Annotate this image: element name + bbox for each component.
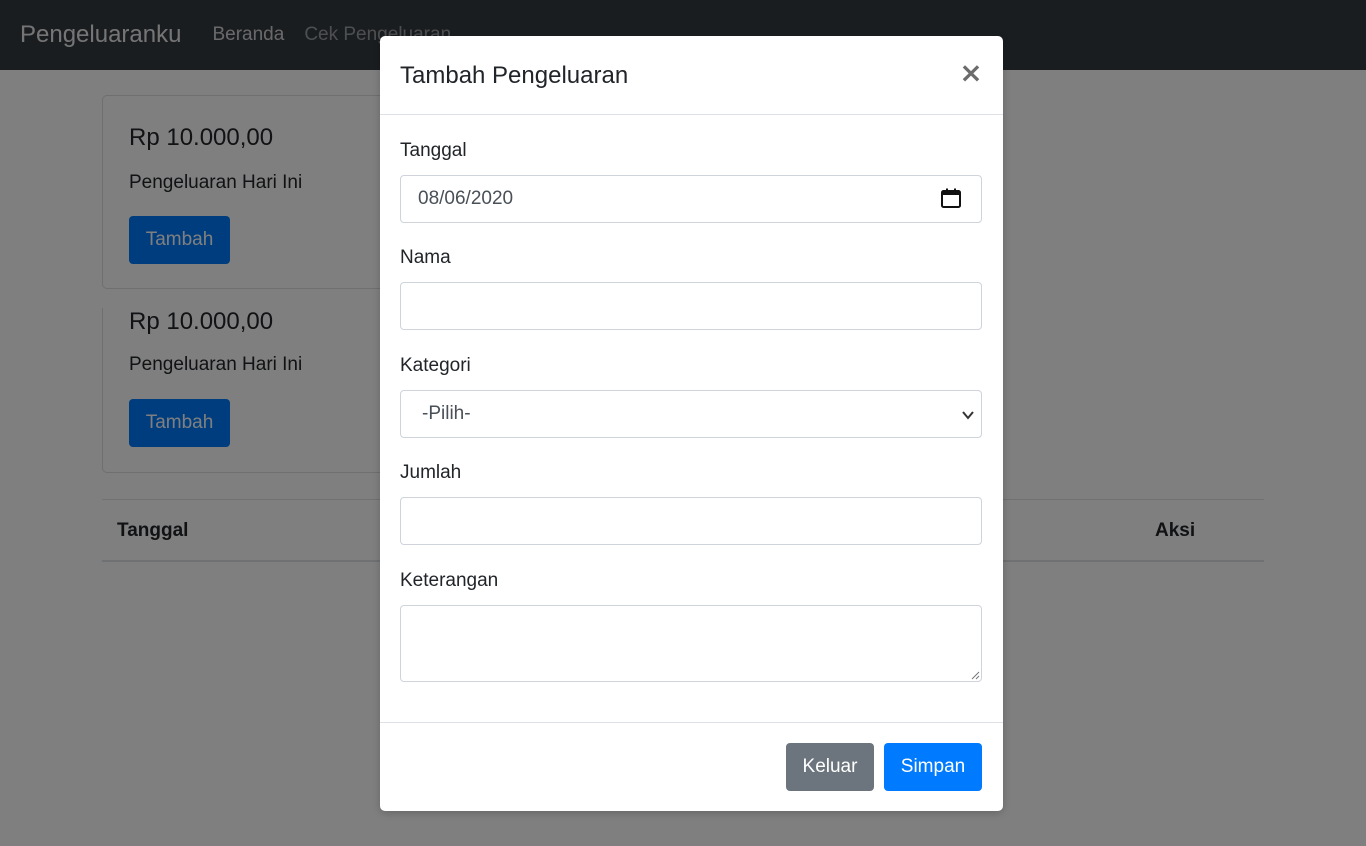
resize-handle-icon[interactable] <box>970 670 980 680</box>
modal-footer: Keluar Simpan <box>380 722 1003 811</box>
close-icon[interactable]: × <box>956 58 986 88</box>
jumlah-input[interactable] <box>400 497 982 545</box>
kategori-selected-value: -Pilih- <box>422 403 471 424</box>
modal-header: Tambah Pengeluaran × <box>380 36 1003 115</box>
tanggal-date-input[interactable]: 08/06/2020 <box>400 175 982 223</box>
nama-input[interactable] <box>400 282 982 330</box>
tanggal-value: 08/06/2020 <box>418 188 514 209</box>
kategori-label: Kategori <box>400 355 471 376</box>
keluar-button[interactable]: Keluar <box>786 743 874 791</box>
chevron-down-icon <box>962 411 974 420</box>
kategori-select[interactable]: -Pilih- <box>400 390 982 438</box>
add-expense-modal: Tambah Pengeluaran × Tanggal 08/06/2020 … <box>380 36 1003 811</box>
jumlah-label: Jumlah <box>400 462 462 483</box>
modal-title: Tambah Pengeluaran <box>400 62 629 89</box>
simpan-button[interactable]: Simpan <box>884 743 982 791</box>
calendar-icon[interactable] <box>940 187 962 209</box>
keterangan-label: Keterangan <box>400 570 499 591</box>
nama-label: Nama <box>400 247 451 268</box>
tanggal-label: Tanggal <box>400 140 467 161</box>
keterangan-textarea[interactable] <box>400 605 982 682</box>
keterangan-wrapper <box>400 605 982 682</box>
